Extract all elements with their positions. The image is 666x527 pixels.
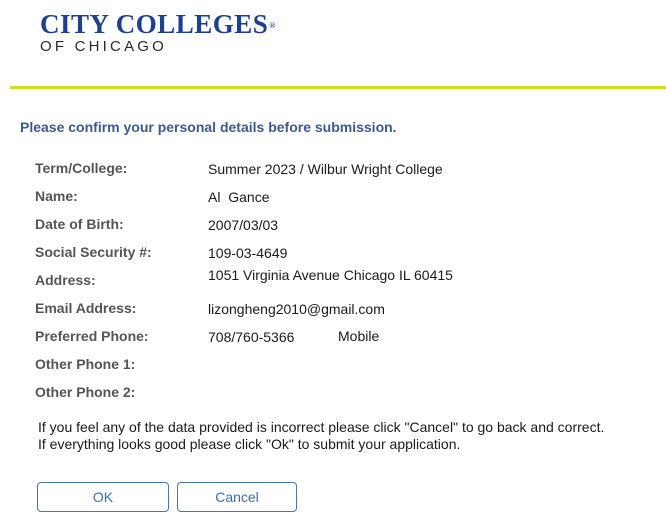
term-college-label: Term/College: [35,160,128,176]
other-phone-2-label: Other Phone 2: [35,384,136,400]
ssn-label: Social Security #: [35,244,152,260]
preferred-phone-label: Preferred Phone: [35,328,149,344]
logo-subtitle: OF CHICAGO [40,38,168,55]
page-title: Please confirm your personal details bef… [20,119,397,135]
registered-mark: ® [269,21,276,30]
name-value: Al Gance [208,189,270,205]
cancel-button[interactable]: Cancel [177,482,297,512]
preferred-phone-value: 708/760-5366 [208,329,295,345]
instructions: If you feel any of the data provided is … [38,419,604,453]
logo-title: CITY COLLEGES® [40,9,276,39]
ok-button[interactable]: OK [37,482,169,512]
address-label: Address: [35,272,96,288]
header-divider [10,86,666,89]
ssn-value: 109-03-4649 [208,245,288,261]
dob-value: 2007/03/03 [208,217,279,233]
instructions-line-cancel: If you feel any of the data provided is … [38,419,605,435]
preferred-phone-type: Mobile [338,328,380,344]
email-label: Email Address: [35,300,137,316]
dob-label: Date of Birth: [35,216,124,232]
address-value: 1051 Virginia Avenue Chicago IL 60415 [208,267,453,283]
email-value: lizongheng2010@gmail.com [208,301,385,317]
other-phone-1-label: Other Phone 1: [35,356,136,372]
city-colleges-logo: CITY COLLEGES® OF CHICAGO [40,10,276,56]
term-college-value: Summer 2023 / Wilbur Wright College [208,161,443,177]
name-label: Name: [35,188,78,204]
instructions-line-ok: If everything looks good please click "O… [38,436,461,452]
